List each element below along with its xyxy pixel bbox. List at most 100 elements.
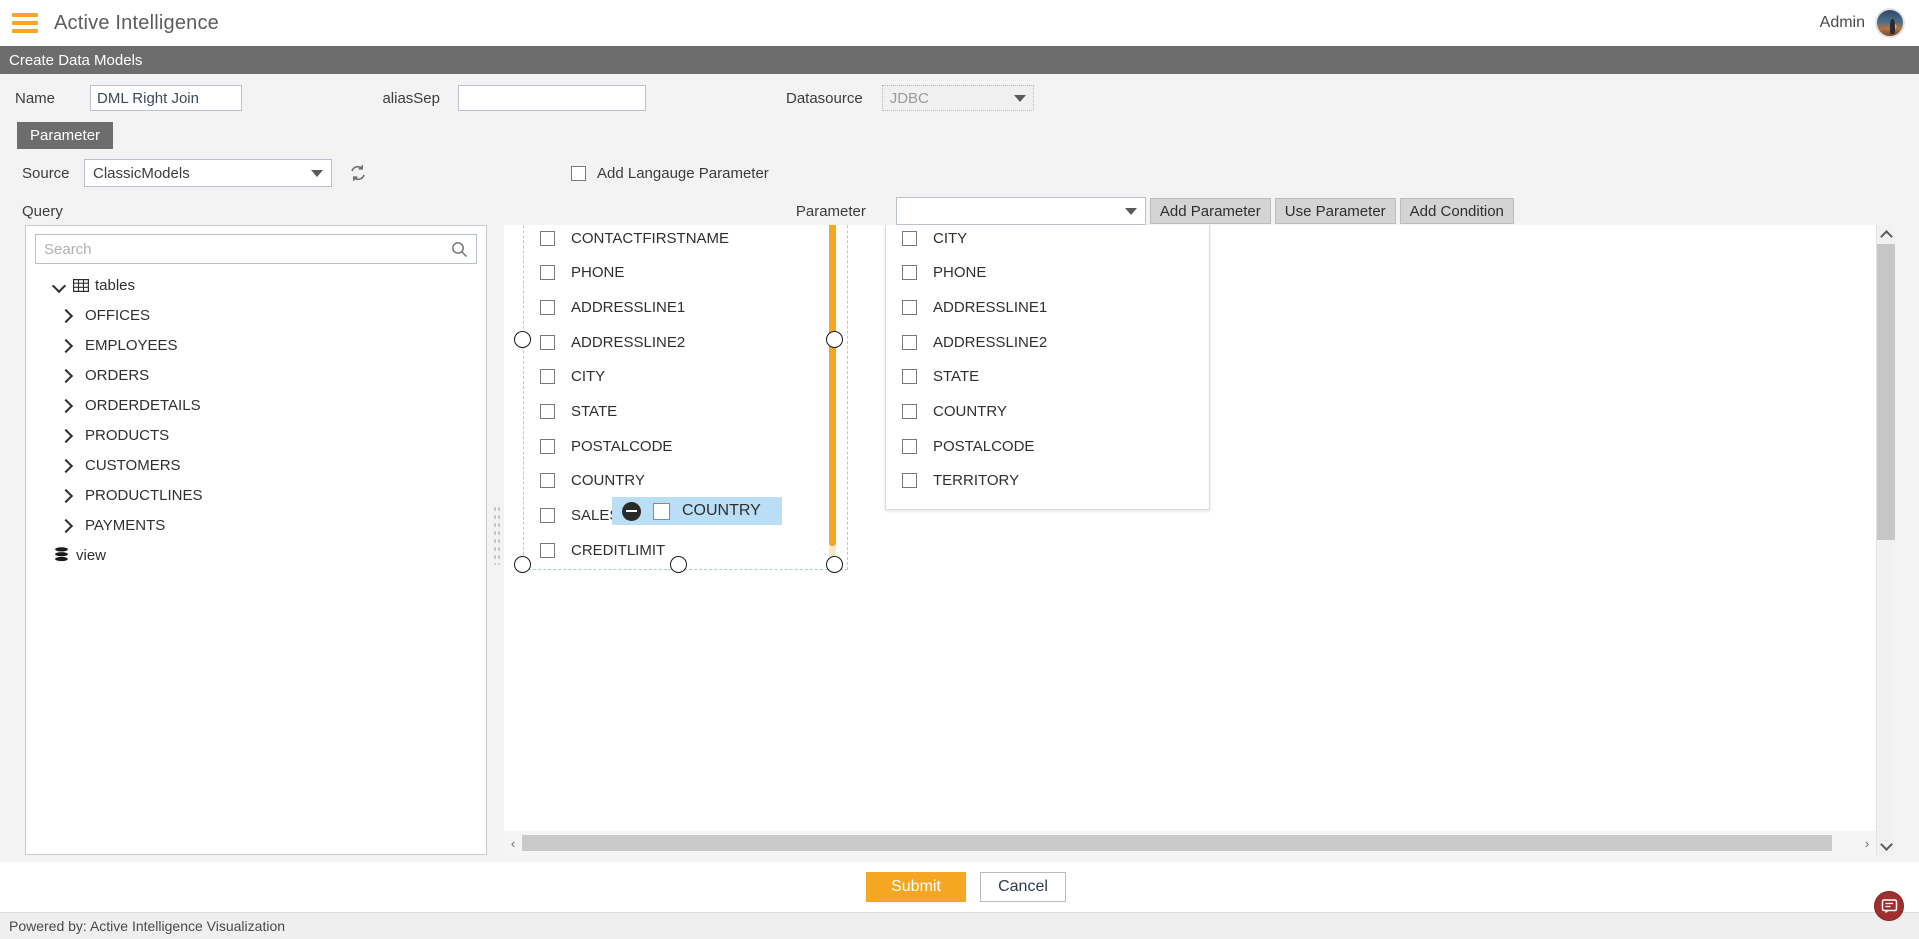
- column-row[interactable]: TERRITORY: [886, 464, 1186, 499]
- column-row[interactable]: PHONE: [524, 255, 824, 290]
- column-checkbox[interactable]: [902, 403, 917, 419]
- resize-handle-bottom-right[interactable]: [826, 556, 843, 573]
- panel-splitter[interactable]: [490, 225, 504, 855]
- minus-circle-icon[interactable]: [622, 501, 641, 521]
- column-row[interactable]: ADDRESSLINE1: [524, 290, 824, 325]
- column-checkbox[interactable]: [540, 542, 555, 558]
- scroll-up-arrow-icon[interactable]: [1877, 225, 1895, 243]
- parameter-select[interactable]: [895, 197, 1146, 225]
- resize-handle-bottom-left[interactable]: [514, 556, 531, 573]
- chevron-right-icon[interactable]: [60, 309, 73, 322]
- column-row[interactable]: CONTACTFIRSTNAME: [524, 225, 824, 255]
- table-node-right[interactable]: OFFICECODE CITY PHONE ADDRESSLINE1 ADDRE…: [885, 225, 1210, 510]
- scroll-right-arrow-icon[interactable]: ›: [1858, 836, 1876, 851]
- chevron-right-icon[interactable]: [60, 519, 73, 532]
- tree-node-view[interactable]: view: [26, 540, 486, 570]
- splitter-grip-icon[interactable]: [493, 505, 501, 565]
- tab-parameter[interactable]: Parameter: [17, 122, 114, 149]
- column-checkbox[interactable]: [902, 230, 917, 246]
- tree-item-offices[interactable]: OFFICES: [26, 300, 486, 330]
- resize-handle-bottom-center[interactable]: [670, 556, 687, 573]
- column-row[interactable]: COUNTRY: [886, 394, 1186, 429]
- datasource-select[interactable]: JDBC: [881, 85, 1034, 111]
- hscrollbar-thumb[interactable]: [522, 835, 1832, 851]
- column-row[interactable]: COUNTRY: [524, 464, 824, 499]
- user-label[interactable]: Admin: [1820, 14, 1865, 32]
- column-checkbox[interactable]: [540, 438, 555, 454]
- user-avatar[interactable]: [1875, 8, 1905, 38]
- resize-handle-right-middle[interactable]: [826, 331, 843, 348]
- refresh-icon[interactable]: [348, 163, 368, 183]
- tree-item-customers[interactable]: CUSTOMERS: [26, 450, 486, 480]
- column-checkbox[interactable]: [902, 334, 917, 350]
- column-row[interactable]: PHONE: [886, 255, 1186, 290]
- column-checkbox[interactable]: [902, 265, 917, 281]
- chat-fab-button[interactable]: [1874, 891, 1904, 921]
- tree-item-orders[interactable]: ORDERS: [26, 360, 486, 390]
- chevron-right-icon[interactable]: [60, 429, 73, 442]
- name-input[interactable]: [90, 85, 242, 111]
- chevron-right-icon[interactable]: [60, 489, 73, 502]
- source-select[interactable]: ClassicModels: [84, 159, 332, 187]
- search-icon[interactable]: [451, 241, 468, 258]
- chevron-right-icon[interactable]: [60, 459, 73, 472]
- work-area: tables OFFICES EMPLOYEES ORDERS ORDERDET…: [0, 225, 1919, 862]
- add-parameter-button[interactable]: Add Parameter: [1149, 198, 1271, 224]
- drag-ghost-column[interactable]: COUNTRY: [612, 497, 782, 525]
- tree-item-products[interactable]: PRODUCTS: [26, 420, 486, 450]
- column-checkbox[interactable]: [540, 369, 555, 385]
- column-row[interactable]: CITY: [886, 225, 1186, 255]
- hamburger-menu-icon[interactable]: [12, 13, 38, 33]
- aliassep-input[interactable]: [458, 85, 646, 111]
- column-checkbox[interactable]: [540, 508, 555, 524]
- column-row[interactable]: STATE: [886, 359, 1186, 394]
- resize-handle-left-middle[interactable]: [514, 331, 531, 348]
- column-checkbox[interactable]: [540, 403, 555, 419]
- node-scrollbar-thumb[interactable]: [829, 225, 836, 546]
- column-checkbox[interactable]: [902, 299, 917, 315]
- column-checkbox[interactable]: [540, 334, 555, 350]
- hscrollbar-track[interactable]: [522, 835, 1858, 851]
- column-checkbox[interactable]: [540, 299, 555, 315]
- chevron-right-icon[interactable]: [60, 399, 73, 412]
- tree-item-orderdetails[interactable]: ORDERDETAILS: [26, 390, 486, 420]
- column-checkbox[interactable]: [902, 369, 917, 385]
- tree-item-employees[interactable]: EMPLOYEES: [26, 330, 486, 360]
- chevron-down-icon[interactable]: [54, 279, 67, 292]
- search-input[interactable]: [44, 240, 451, 258]
- tree-item-payments[interactable]: PAYMENTS: [26, 510, 486, 540]
- column-row[interactable]: ADDRESSLINE1: [886, 290, 1186, 325]
- column-row[interactable]: POSTALCODE: [886, 429, 1186, 464]
- add-language-parameter-checkbox[interactable]: [571, 165, 586, 181]
- tree-item-productlines[interactable]: PRODUCTLINES: [26, 480, 486, 510]
- use-parameter-button[interactable]: Use Parameter: [1274, 198, 1396, 224]
- node-vertical-scrollbar[interactable]: [829, 225, 836, 571]
- column-row[interactable]: ADDRESSLINE2: [524, 325, 824, 360]
- column-checkbox[interactable]: [540, 265, 555, 281]
- add-condition-button[interactable]: Add Condition: [1399, 198, 1514, 224]
- column-row[interactable]: ADDRESSLINE2: [886, 325, 1186, 360]
- add-language-parameter-row[interactable]: Add Langauge Parameter: [571, 165, 769, 182]
- canvas-horizontal-scrollbar[interactable]: ‹ ›: [504, 831, 1876, 855]
- scroll-left-arrow-icon[interactable]: ‹: [504, 836, 522, 851]
- tree-node-tables[interactable]: tables: [26, 270, 486, 300]
- column-checkbox[interactable]: [540, 230, 555, 246]
- scroll-down-arrow-icon[interactable]: [1877, 837, 1895, 855]
- search-box[interactable]: [35, 234, 477, 264]
- column-checkbox[interactable]: [902, 473, 917, 489]
- tree-item-label: EMPLOYEES: [85, 336, 178, 354]
- chevron-right-icon[interactable]: [60, 369, 73, 382]
- drag-ghost-checkbox[interactable]: [653, 502, 670, 520]
- vscrollbar-thumb[interactable]: [1877, 244, 1895, 540]
- join-canvas[interactable]: CONTACTLASTNAME CONTACTFIRSTNAME PHONE A…: [504, 225, 1876, 831]
- chevron-right-icon[interactable]: [60, 339, 73, 352]
- column-checkbox[interactable]: [902, 438, 917, 454]
- column-checkbox[interactable]: [540, 473, 555, 489]
- submit-button[interactable]: Submit: [866, 872, 966, 902]
- column-row[interactable]: CITY: [524, 359, 824, 394]
- canvas-vertical-scrollbar[interactable]: [1876, 225, 1895, 855]
- column-label: PHONE: [933, 264, 987, 282]
- cancel-button[interactable]: Cancel: [980, 872, 1066, 902]
- column-row[interactable]: POSTALCODE: [524, 429, 824, 464]
- column-row[interactable]: STATE: [524, 394, 824, 429]
